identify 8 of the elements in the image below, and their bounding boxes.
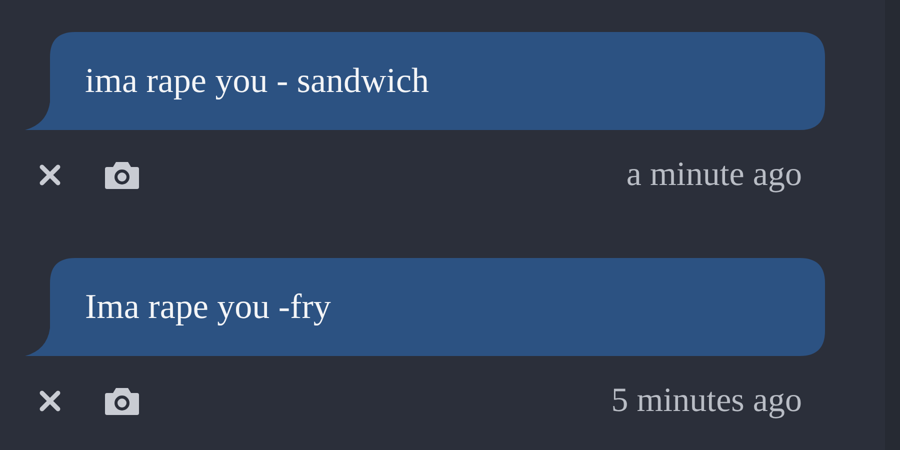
camera-icon[interactable]: [104, 385, 140, 417]
close-icon[interactable]: [38, 163, 62, 187]
message-text: ima rape you - sandwich: [85, 61, 430, 101]
camera-icon[interactable]: [104, 159, 140, 191]
message-text: Ima rape you -fry: [85, 287, 331, 327]
close-icon[interactable]: [38, 389, 62, 413]
timestamp: a minute ago: [626, 156, 802, 194]
timestamp: 5 minutes ago: [611, 382, 802, 420]
